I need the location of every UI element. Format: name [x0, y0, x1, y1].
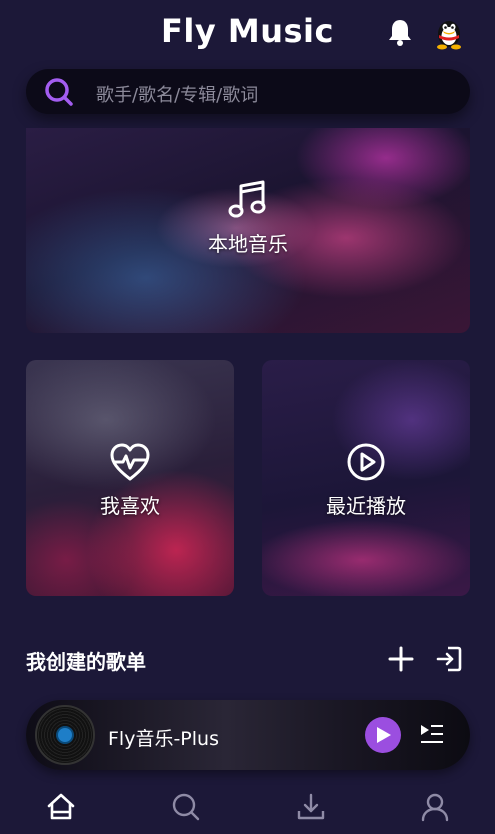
- favorites-card[interactable]: 我喜欢: [26, 360, 234, 596]
- playlist-icon[interactable]: [419, 722, 445, 748]
- search-input[interactable]: 歌手/歌名/专辑/歌词: [96, 81, 258, 107]
- app-header: Fly Music: [0, 0, 495, 66]
- home-icon[interactable]: [46, 792, 76, 822]
- search-icon: [45, 78, 73, 106]
- local-music-label: 本地音乐: [208, 232, 288, 256]
- play-button[interactable]: [365, 717, 401, 753]
- import-icon[interactable]: [436, 646, 462, 672]
- recent-played-label: 最近播放: [326, 494, 406, 518]
- user-icon[interactable]: [420, 792, 450, 822]
- download-icon[interactable]: [296, 792, 326, 822]
- now-playing-title: Fly音乐-Plus: [108, 728, 219, 750]
- app-title: Fly Music: [161, 12, 334, 50]
- favorites-label: 我喜欢: [100, 494, 160, 518]
- music-note-icon: [228, 180, 266, 218]
- playlists-title: 我创建的歌单: [26, 650, 146, 674]
- search-nav-icon[interactable]: [171, 792, 201, 822]
- playlists-section-header: 我创建的歌单: [26, 644, 470, 674]
- qq-avatar-icon[interactable]: [432, 14, 466, 50]
- bell-icon[interactable]: [384, 16, 416, 48]
- plus-icon[interactable]: [388, 646, 414, 672]
- local-music-card[interactable]: 本地音乐: [26, 128, 470, 333]
- recent-played-card[interactable]: 最近播放: [262, 360, 470, 596]
- heart-pulse-icon: [110, 443, 150, 481]
- mini-player[interactable]: Fly音乐-Plus: [26, 700, 470, 770]
- search-bar[interactable]: 歌手/歌名/专辑/歌词: [26, 69, 470, 114]
- play-circle-icon: [347, 443, 385, 481]
- bottom-nav: [0, 784, 495, 834]
- vinyl-disc-icon: [35, 705, 95, 765]
- play-icon: [377, 727, 391, 743]
